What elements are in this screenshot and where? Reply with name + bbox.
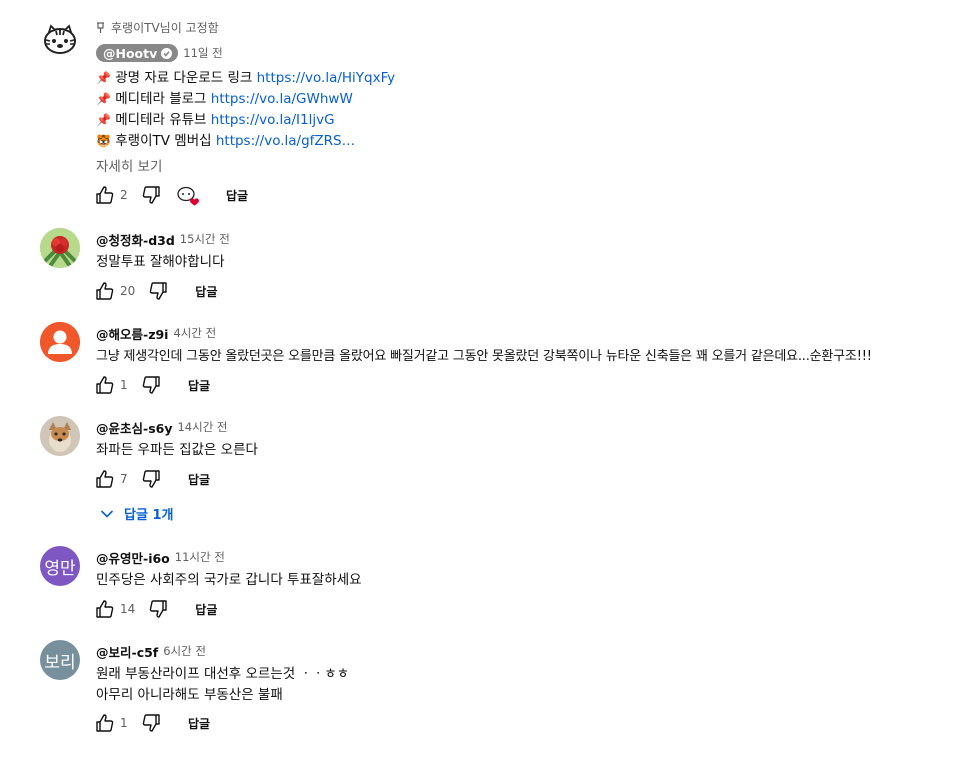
like-button[interactable]: [94, 598, 116, 620]
comment-text: 정말투표 잘해야합니다: [96, 254, 225, 270]
dislike-button[interactable]: [147, 598, 169, 620]
comment-text: 그냥 제생각인데 그동안 올랐던곳은 오를만큼 올랐어요 빠질거같고 그동안 못…: [96, 349, 872, 364]
reply-button[interactable]: 답글: [188, 715, 210, 732]
thumbs-up-icon: [96, 470, 114, 488]
flower-avatar-icon: [40, 228, 80, 268]
comment-text: 원래 부동산라이프 대선후 오르는것 ㆍㆍㅎㅎ: [96, 666, 350, 682]
dislike-button[interactable]: [140, 374, 162, 396]
comment-line: 📌 광명 자료 다운로드 링크 https://vo.la/HiYqxFy: [96, 70, 396, 86]
author-name[interactable]: @해오름-z9i: [96, 324, 168, 343]
comment-time[interactable]: 11일 전: [183, 45, 222, 61]
comment-link[interactable]: https://vo.la/I1ljvG: [211, 112, 335, 128]
like-button[interactable]: [94, 374, 116, 396]
reply-button[interactable]: 답글: [188, 377, 210, 394]
pin-icon: [97, 21, 104, 33]
creator-heart: [176, 184, 200, 206]
pin-emoji: 📌: [96, 92, 111, 106]
verified-icon: [161, 47, 173, 59]
author-badge[interactable]: @Hootv: [96, 44, 179, 62]
like-count: 7: [120, 472, 128, 486]
reply-button[interactable]: 답글: [226, 187, 248, 204]
default-user-avatar-icon: [40, 322, 80, 362]
like-button[interactable]: [94, 712, 116, 734]
pin-emoji: 📌: [96, 113, 111, 127]
comment-text: 민주당은 사회주의 국가로 갑니다 투표잘하세요: [96, 572, 362, 588]
thumbs-down-icon: [149, 600, 167, 618]
comment-link[interactable]: https://vo.la/GWhwW: [211, 91, 353, 107]
author-name[interactable]: @윤초심-s6y: [96, 418, 172, 437]
reply-button[interactable]: 답글: [188, 471, 210, 488]
author-name[interactable]: @보리-c5f: [96, 642, 158, 661]
like-button[interactable]: [94, 468, 116, 490]
thumbs-up-icon: [96, 376, 114, 394]
like-count: 1: [120, 378, 128, 392]
tiger-emoji: 🐯: [96, 134, 111, 148]
tiger-avatar-icon: [44, 24, 76, 54]
comment-line: 🐯 후랭이TV 멤버십 https://vo.la/gfZRS…: [96, 133, 356, 149]
avatar-initials: 보리: [44, 652, 76, 673]
channel-avatar[interactable]: [41, 20, 79, 58]
comment-link[interactable]: https://vo.la/gfZRS…: [216, 133, 355, 149]
pin-emoji: 📌: [96, 71, 111, 85]
thumbs-down-icon: [142, 186, 160, 204]
thumbs-down-icon: [142, 714, 160, 732]
dislike-button[interactable]: [140, 712, 162, 734]
comment-text: 아무리 아니라해도 부동산은 불패: [96, 687, 283, 703]
view-replies-button[interactable]: 답글 1개: [100, 504, 173, 523]
thumbs-up-icon: [96, 600, 114, 618]
dog-avatar-icon: [40, 416, 80, 456]
comment-time[interactable]: 14시간 전: [177, 419, 227, 435]
comment-time[interactable]: 6시간 전: [163, 643, 206, 659]
comment-link[interactable]: https://vo.la/HiYqxFy: [257, 70, 396, 86]
comment-time[interactable]: 15시간 전: [180, 231, 230, 247]
comment-line: 📌 메디테라 블로그 https://vo.la/GWhwW: [96, 91, 353, 107]
thumbs-up-icon: [96, 282, 114, 300]
like-button[interactable]: [94, 280, 116, 302]
comment-time[interactable]: 4시간 전: [173, 325, 216, 341]
author-name[interactable]: @청정화-d3d: [96, 230, 175, 249]
pinned-label-row: 후랭이TV님이 고정함: [96, 19, 219, 36]
like-count: 1: [120, 716, 128, 730]
like-count: 2: [120, 188, 128, 202]
reply-button[interactable]: 답글: [195, 601, 217, 618]
comment-time[interactable]: 11시간 전: [175, 549, 225, 565]
chevron-down-icon: [100, 509, 114, 518]
creator-heart-icon: [177, 186, 199, 206]
author-name[interactable]: @유영만-i6o: [96, 548, 170, 567]
user-avatar[interactable]: 보리: [40, 640, 80, 680]
user-avatar[interactable]: 영만: [40, 546, 80, 586]
thumbs-down-icon: [142, 376, 160, 394]
avatar-initials: 영만: [44, 558, 76, 579]
dislike-button[interactable]: [147, 280, 169, 302]
thumbs-down-icon: [149, 282, 167, 300]
read-more-button[interactable]: 자세히 보기: [96, 155, 950, 175]
dislike-button[interactable]: [140, 468, 162, 490]
dislike-button[interactable]: [140, 184, 162, 206]
thumbs-down-icon: [142, 470, 160, 488]
comment-line: 📌 메디테라 유튜브 https://vo.la/I1ljvG: [96, 112, 335, 128]
user-avatar[interactable]: [40, 228, 80, 268]
thumbs-up-icon: [96, 714, 114, 732]
author-name: @Hootv: [103, 45, 158, 61]
pinned-label: 후랭이TV님이 고정함: [111, 21, 219, 35]
comment-text: 좌파든 우파든 집값은 오른다: [96, 442, 258, 458]
replies-count-label: 답글 1개: [124, 508, 174, 523]
reply-button[interactable]: 답글: [195, 283, 217, 300]
thumbs-up-icon: [96, 186, 114, 204]
like-button[interactable]: [94, 184, 116, 206]
user-avatar[interactable]: [40, 416, 80, 456]
user-avatar[interactable]: [40, 322, 80, 362]
like-count: 14: [120, 602, 136, 616]
like-count: 20: [120, 284, 136, 298]
